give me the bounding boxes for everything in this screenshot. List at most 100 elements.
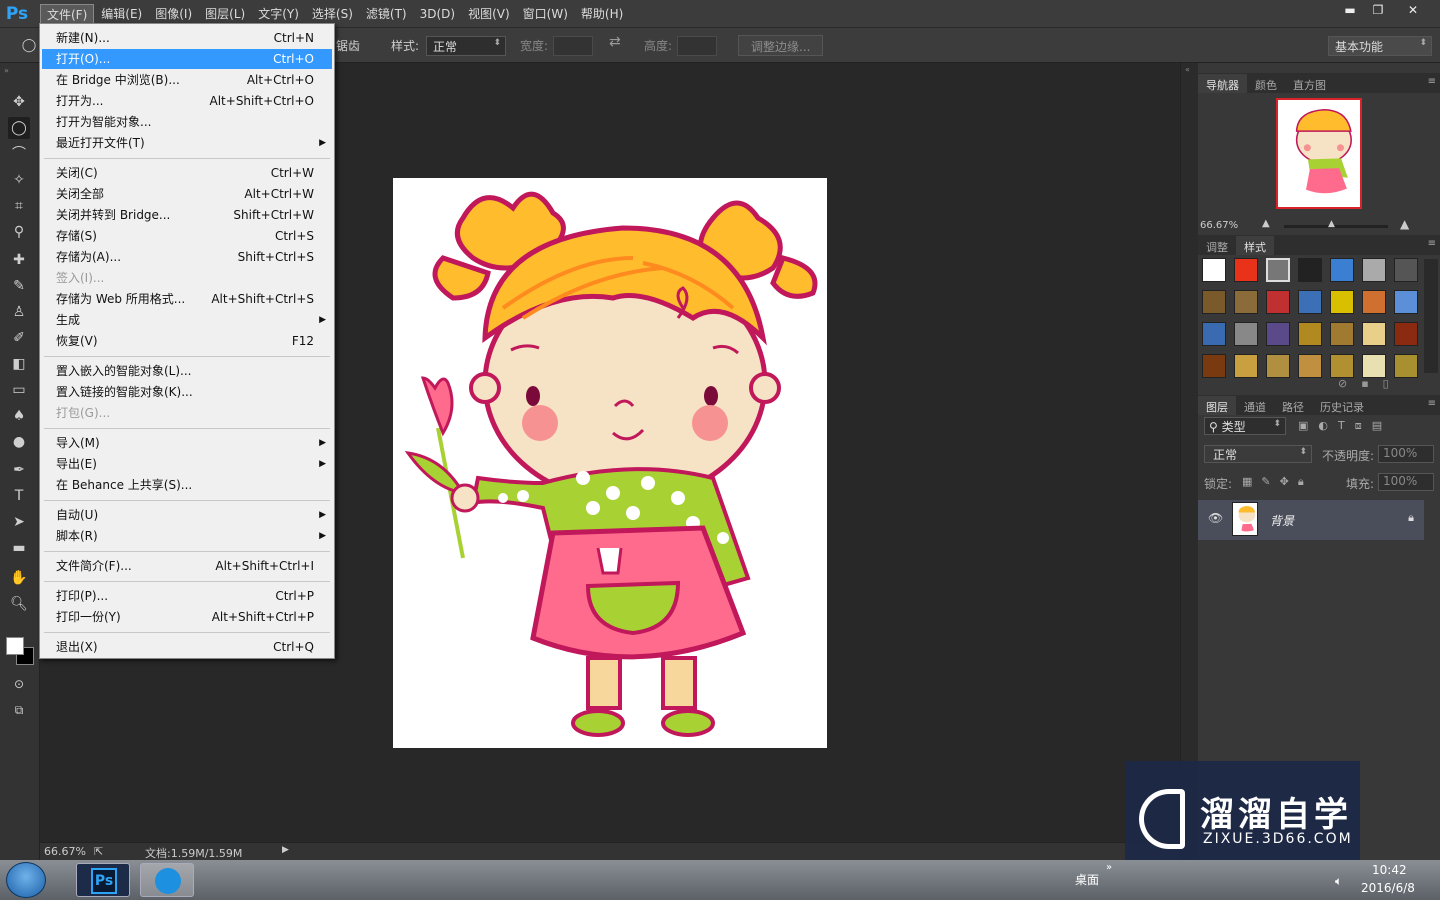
file-menu-item[interactable]: 文件简介(F)... Alt+Shift+Ctrl+I	[42, 556, 332, 576]
tab-color[interactable]: 颜色	[1247, 74, 1285, 93]
restore-button[interactable]: ❐	[1364, 0, 1392, 20]
style-swatch[interactable]	[1234, 322, 1258, 346]
history-brush-tool-icon[interactable]: ✐	[8, 327, 30, 349]
style-swatch[interactable]	[1330, 290, 1354, 314]
navigator-zoom[interactable]: 66.67%	[1200, 220, 1238, 231]
menu-4[interactable]: 文字(Y)	[252, 4, 305, 24]
style-swatch[interactable]	[1330, 354, 1354, 378]
style-swatch[interactable]	[1266, 354, 1290, 378]
clock-time[interactable]: 10:42	[1372, 863, 1407, 877]
width-field[interactable]	[553, 36, 593, 56]
export-icon[interactable]: ⇱	[94, 845, 103, 858]
style-swatch[interactable]	[1202, 290, 1226, 314]
menu-0[interactable]: 文件(F)	[40, 3, 95, 24]
start-button[interactable]	[6, 862, 46, 898]
gradient-tool-icon[interactable]: ▭	[8, 379, 30, 401]
screen-mode-icon[interactable]: ⧉	[8, 699, 30, 721]
panel-menu-icon[interactable]: ≡	[1428, 238, 1436, 249]
menu-8[interactable]: 视图(V)	[462, 4, 516, 24]
desktop-toolbar[interactable]: 桌面	[1075, 871, 1099, 888]
tab-paths[interactable]: 路径	[1274, 396, 1312, 415]
blend-mode-select[interactable]: 正常 ⬍	[1204, 445, 1312, 463]
zoom-readout[interactable]: 66.67%	[44, 845, 86, 858]
style-swatch[interactable]	[1234, 290, 1258, 314]
zoom-tool-icon[interactable]: 🔍︎	[8, 593, 30, 615]
lasso-tool-icon[interactable]: ⌒	[8, 143, 30, 165]
zoom-slider[interactable]	[1284, 225, 1388, 228]
menu-5[interactable]: 选择(S)	[306, 4, 359, 24]
style-swatch[interactable]	[1394, 354, 1418, 378]
style-swatch[interactable]	[1202, 258, 1226, 282]
style-swatch[interactable]	[1298, 258, 1322, 282]
file-menu-item[interactable]: 最近打开文件(T) ▶	[42, 133, 332, 153]
fill-field[interactable]: 100%	[1378, 473, 1434, 491]
move-tool-icon[interactable]: ✥	[8, 91, 30, 113]
minimize-button[interactable]: ▬	[1336, 0, 1364, 20]
file-menu-item[interactable]: 关闭并转到 Bridge... Shift+Ctrl+W	[42, 205, 332, 225]
file-menu-item[interactable]: 存储为(A)... Shift+Ctrl+S	[42, 247, 332, 267]
quick-mask-icon[interactable]: ⊙	[8, 673, 30, 695]
brush-tool-icon[interactable]: ✎	[8, 275, 30, 297]
type-tool-icon[interactable]: T	[8, 485, 30, 507]
file-menu-item[interactable]: 关闭全部 Alt+Ctrl+W	[42, 184, 332, 204]
file-menu-item[interactable]: 脚本(R) ▶	[42, 526, 332, 546]
style-swatch[interactable]	[1298, 290, 1322, 314]
file-menu-item[interactable]: 恢复(V) F12	[42, 331, 332, 351]
volume-icon[interactable]: 🔈︎	[1335, 874, 1342, 889]
chevron-right-icon[interactable]: »	[1106, 862, 1112, 873]
style-swatch[interactable]	[1362, 354, 1386, 378]
tab-histogram[interactable]: 直方图	[1285, 74, 1334, 93]
menu-9[interactable]: 窗口(W)	[517, 4, 574, 24]
panel-menu-icon[interactable]: ≡	[1428, 398, 1436, 409]
taskbar-browser[interactable]	[140, 863, 194, 897]
clone-stamp-tool-icon[interactable]: ♙	[8, 301, 30, 323]
file-menu-item[interactable]: 打开为智能对象...	[42, 112, 332, 132]
pen-tool-icon[interactable]: ✒	[8, 459, 30, 481]
file-menu-item[interactable]: 存储为 Web 所用格式... Alt+Shift+Ctrl+S	[42, 289, 332, 309]
menu-1[interactable]: 编辑(E)	[95, 4, 148, 24]
height-field[interactable]	[677, 36, 717, 56]
zoom-slider-handle[interactable]: ▲	[1328, 219, 1335, 229]
crop-tool-icon[interactable]: ⌗	[8, 195, 30, 217]
workspace-select[interactable]: 基本功能 ⬍	[1328, 36, 1432, 56]
zoom-in-icon[interactable]: ▲	[1400, 217, 1409, 231]
document-canvas[interactable]	[393, 178, 827, 748]
healing-brush-tool-icon[interactable]: ✚	[8, 249, 30, 271]
layer-row-background[interactable]: 👁︎ 背景 🔒︎	[1198, 500, 1424, 540]
menu-7[interactable]: 3D(D)	[414, 4, 461, 24]
tab-navigator[interactable]: 导航器	[1198, 74, 1247, 93]
style-swatch[interactable]	[1362, 258, 1386, 282]
file-menu-item[interactable]: 导入(M) ▶	[42, 433, 332, 453]
file-menu-item[interactable]: 打印(P)... Ctrl+P	[42, 586, 332, 606]
style-swatch[interactable]	[1266, 290, 1290, 314]
menu-3[interactable]: 图层(L)	[199, 4, 251, 24]
layer-filter-icons[interactable]: ▣◐T⧈▤	[1298, 419, 1392, 433]
rectangle-tool-icon[interactable]: ▬	[8, 537, 30, 559]
tab-layers[interactable]: 图层	[1198, 396, 1236, 415]
file-menu-item[interactable]: 导出(E) ▶	[42, 454, 332, 474]
layer-name[interactable]: 背景	[1270, 512, 1294, 529]
menu-10[interactable]: 帮助(H)	[575, 4, 629, 24]
file-menu-item[interactable]: 生成 ▶	[42, 310, 332, 330]
style-swatch[interactable]	[1394, 258, 1418, 282]
tab-history[interactable]: 历史记录	[1312, 396, 1372, 415]
path-selection-tool-icon[interactable]: ➤	[8, 511, 30, 533]
style-swatch[interactable]	[1394, 322, 1418, 346]
swap-icon[interactable]: ⇄	[609, 34, 621, 50]
file-menu-item[interactable]: 自动(U) ▶	[42, 505, 332, 525]
dodge-tool-icon[interactable]: ●	[8, 431, 30, 453]
style-swatch[interactable]	[1234, 258, 1258, 282]
style-swatch[interactable]	[1202, 354, 1226, 378]
file-menu-item[interactable]: 新建(N)... Ctrl+N	[42, 28, 332, 48]
ellipse-marquee-tool-icon[interactable]: ◯	[8, 117, 30, 139]
style-swatch[interactable]	[1298, 354, 1322, 378]
file-menu-item[interactable]: 关闭(C) Ctrl+W	[42, 163, 332, 183]
styles-scrollbar[interactable]	[1424, 259, 1438, 373]
file-menu-item[interactable]: 打开(O)... Ctrl+O	[42, 49, 332, 69]
eraser-tool-icon[interactable]: ◧	[8, 353, 30, 375]
style-swatch[interactable]	[1330, 258, 1354, 282]
close-button[interactable]: ✕	[1392, 0, 1434, 20]
file-menu-item[interactable]: 置入链接的智能对象(K)...	[42, 382, 332, 402]
opacity-field[interactable]: 100%	[1378, 445, 1434, 463]
layer-filter-select[interactable]: ⚲ 类型 ⬍	[1204, 417, 1286, 435]
